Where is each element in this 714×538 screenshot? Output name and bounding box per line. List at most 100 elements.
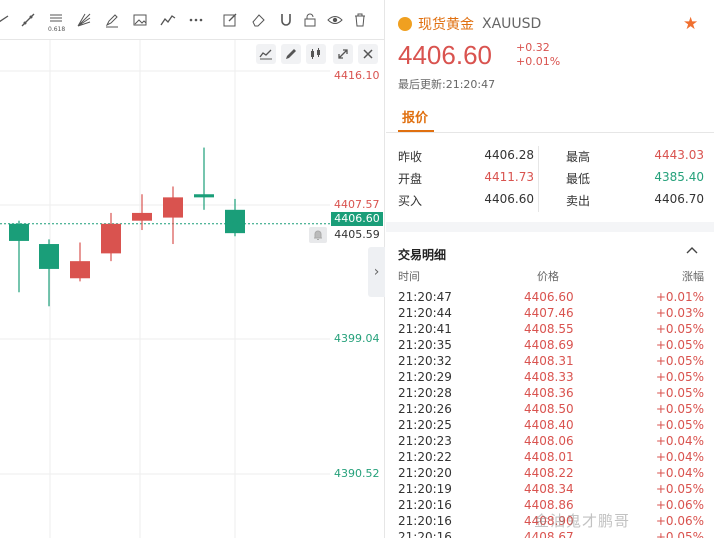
trade-row: 21:20:44 4407.46 +0.03%	[398, 306, 704, 322]
candle-body[interactable]	[132, 212, 152, 221]
quote-panel: 现货黄金 XAUUSD ★ 4406.60 +0.32 +0.01% 最后更新:…	[386, 0, 714, 538]
quote-value: 4411.73	[484, 170, 534, 184]
instrument-name: 现货黄金	[418, 17, 474, 33]
trade-change: +0.05%	[655, 322, 704, 336]
trade-time: 21:20:16	[398, 514, 452, 528]
collapse-chevron-icon[interactable]	[685, 244, 699, 258]
trade-row: 21:20:35 4408.69 +0.05%	[398, 338, 704, 354]
quote-value: 4406.60	[484, 192, 534, 206]
trade-time: 21:20:23	[398, 434, 452, 448]
trade-change: +0.04%	[655, 450, 704, 464]
trade-time: 21:20:28	[398, 386, 452, 400]
quote-table: 昨收 4406.28 最高 4443.03 开盘 4411.73 最低 4385.40 买入 44…	[398, 146, 704, 212]
instrument-header: 现货黄金 XAUUSD	[398, 14, 541, 34]
trade-price: 4408.67	[524, 530, 574, 538]
trade-row: 21:20:25 4408.40 +0.05%	[398, 418, 704, 434]
trade-price: 4408.33	[524, 370, 574, 384]
favorite-star-icon[interactable]: ★	[683, 16, 699, 33]
sub-price-tag: 4405.59	[334, 228, 380, 241]
tab-quote[interactable]: 报价	[402, 107, 428, 126]
kline-chart[interactable]: 0.618 4416.10 4407.57 4399.04 4390.52 4406.…	[0, 0, 385, 538]
chevron-right-icon: ›	[373, 264, 380, 280]
quote-label: 昨收	[398, 150, 423, 164]
trade-price: 4407.46	[524, 306, 574, 320]
candle-body[interactable]	[101, 223, 121, 254]
trade-price: 4408.34	[524, 482, 574, 496]
last-price-dot	[232, 220, 238, 227]
trade-time: 21:20:25	[398, 418, 452, 432]
indicator-icon[interactable]	[256, 44, 276, 64]
col-time: 时间	[398, 270, 420, 283]
quote-row: 买入 4406.60 卖出 4406.70	[398, 190, 704, 212]
candle-body[interactable]	[163, 197, 183, 218]
expand-panel-button[interactable]: ›	[368, 247, 385, 297]
trade-price: 4408.31	[524, 354, 574, 368]
candle-type-icon[interactable]	[306, 44, 326, 64]
trade-change: +0.01%	[655, 290, 704, 304]
trade-change: +0.05%	[655, 370, 704, 384]
trade-time: 21:20:44	[398, 306, 452, 320]
tab-underline	[398, 130, 434, 132]
quote-value: 4406.28	[484, 148, 534, 162]
trade-time: 21:20:41	[398, 322, 452, 336]
trade-change: +0.06%	[655, 514, 704, 528]
change-value: +0.32	[516, 41, 550, 54]
trade-change: +0.04%	[655, 434, 704, 448]
trade-row: 21:20:41 4408.55 +0.05%	[398, 322, 704, 338]
quote-label: 最高	[566, 150, 591, 164]
trades-header: 时间 价格 涨幅	[398, 268, 704, 284]
draw-pen-icon[interactable]	[281, 44, 301, 64]
trades-list: 21:20:47 4406.60 +0.01% 21:20:44 4407.46 +0.0…	[398, 290, 704, 538]
instrument-symbol: XAUUSD	[482, 16, 542, 32]
alert-bell-icon[interactable]	[309, 227, 327, 243]
trade-row: 21:20:26 4408.50 +0.05%	[398, 402, 704, 418]
trade-row: 21:20:29 4408.33 +0.05%	[398, 370, 704, 386]
trade-change: +0.05%	[655, 386, 704, 400]
candle-body[interactable]	[9, 223, 29, 241]
trade-time: 21:20:16	[398, 530, 452, 538]
price-change: +0.32 +0.01%	[516, 41, 560, 69]
trade-time: 21:20:20	[398, 466, 452, 480]
chart-plot[interactable]	[0, 0, 385, 538]
quote-value: 4443.03	[654, 148, 704, 162]
trade-price: 4408.01	[524, 450, 574, 464]
quote-label: 开盘	[398, 172, 423, 186]
quote-value: 4385.40	[654, 170, 704, 184]
trades-title: 交易明细	[398, 248, 447, 262]
trade-time: 21:20:29	[398, 370, 452, 384]
trade-price: 4408.06	[524, 434, 574, 448]
candle-body[interactable]	[39, 244, 59, 269]
trade-row: 21:20:16 4408.67 +0.05%	[398, 530, 704, 538]
trade-row: 21:20:20 4408.22 +0.04%	[398, 466, 704, 482]
candle-body[interactable]	[194, 194, 214, 198]
trade-price: 4408.36	[524, 386, 574, 400]
price-axis-label: 4416.10	[334, 69, 380, 82]
fullscreen-icon[interactable]	[333, 44, 353, 64]
trade-change: +0.06%	[655, 498, 704, 512]
trade-time: 21:20:35	[398, 338, 452, 352]
last-price: 4406.60	[398, 40, 492, 70]
trade-price: 4408.55	[524, 322, 574, 336]
trade-price: 4406.60	[524, 290, 574, 304]
current-price-tag: 4406.60	[331, 212, 383, 226]
close-icon[interactable]	[358, 44, 378, 64]
candle-body[interactable]	[70, 261, 90, 279]
quote-label: 买入	[398, 194, 423, 208]
quote-label: 卖出	[566, 194, 591, 208]
trade-change: +0.05%	[655, 338, 704, 352]
trade-price: 4408.40	[524, 418, 574, 432]
trade-change: +0.05%	[655, 418, 704, 432]
price-axis-label: 4407.57	[334, 198, 380, 211]
trade-row: 21:20:28 4408.36 +0.05%	[398, 386, 704, 402]
trade-change: +0.04%	[655, 466, 704, 480]
trade-time: 21:20:26	[398, 402, 452, 416]
trade-time: 21:20:19	[398, 482, 452, 496]
trade-price: 4408.22	[524, 466, 574, 480]
panel-tabs: 报价	[386, 100, 714, 133]
last-updated: 最后更新:21:20:47	[398, 78, 496, 91]
gold-logo-icon	[398, 17, 412, 31]
trade-row: 21:20:32 4408.31 +0.05%	[398, 354, 704, 370]
trade-change: +0.05%	[655, 354, 704, 368]
trade-change: +0.05%	[655, 402, 704, 416]
price-axis-label: 4399.04	[334, 332, 380, 345]
